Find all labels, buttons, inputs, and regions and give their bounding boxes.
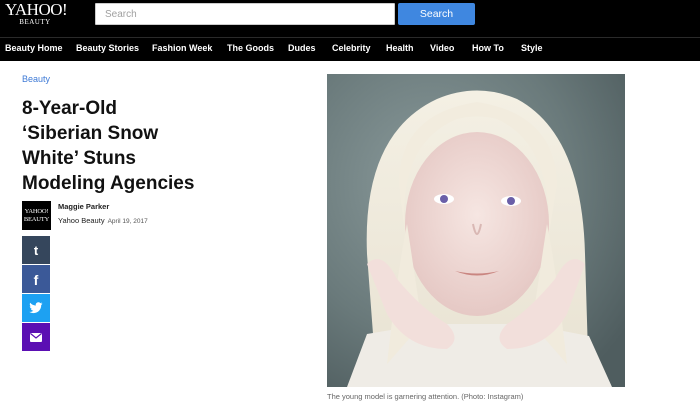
facebook-icon: f xyxy=(34,272,39,288)
girl-portrait-image xyxy=(327,74,625,387)
tumblr-glyph: t xyxy=(34,243,39,258)
logo-subtitle: BEAUTY xyxy=(19,18,51,26)
article-headline: 8-Year-Old ‘Siberian Snow White’ Stuns M… xyxy=(22,96,262,196)
publish-date: April 19, 2017 xyxy=(107,218,148,225)
yahoo-beauty-logo[interactable]: YAHOO! BEAUTY xyxy=(5,0,68,26)
search-button[interactable]: Search xyxy=(398,3,475,25)
author-source: Yahoo Beauty April 19, 2017 xyxy=(58,216,148,225)
nav-item-beauty-home[interactable]: Beauty Home xyxy=(5,43,63,53)
facebook-glyph: f xyxy=(34,272,39,288)
category-link[interactable]: Beauty xyxy=(22,74,50,84)
headline-line: Modeling Agencies xyxy=(22,173,195,194)
main-nav: Beauty Home Beauty Stories Fashion Week … xyxy=(0,37,700,61)
share-twitter-button[interactable] xyxy=(22,294,50,322)
nav-item-dudes[interactable]: Dudes xyxy=(288,43,316,53)
logo-wordmark: YAHOO! xyxy=(5,0,68,19)
nav-item-video[interactable]: Video xyxy=(430,43,454,53)
author-avatar[interactable]: YAHOO! BEAUTY xyxy=(22,201,51,230)
headline-line: 8-Year-Old xyxy=(22,98,118,119)
twitter-icon xyxy=(29,302,43,314)
nav-item-how-to[interactable]: How To xyxy=(472,43,504,53)
share-tumblr-button[interactable]: t xyxy=(22,236,50,264)
nav-item-the-goods[interactable]: The Goods xyxy=(227,43,274,53)
nav-item-fashion-week[interactable]: Fashion Week xyxy=(152,43,212,53)
nav-item-health[interactable]: Health xyxy=(386,43,414,53)
search-input[interactable] xyxy=(95,3,395,25)
article-photo[interactable] xyxy=(327,74,625,387)
nav-item-style[interactable]: Style xyxy=(521,43,543,53)
photo-caption: The young model is garnering attention. … xyxy=(327,392,524,401)
headline-line: ‘Siberian Snow xyxy=(22,123,159,144)
source-name: Yahoo Beauty xyxy=(58,216,105,225)
headline-line: White’ Stuns xyxy=(22,148,136,169)
share-email-button[interactable] xyxy=(22,323,50,351)
mail-icon xyxy=(30,333,42,342)
nav-item-celebrity[interactable]: Celebrity xyxy=(332,43,371,53)
author-name[interactable]: Maggie Parker xyxy=(58,202,109,211)
top-bar: YAHOO! BEAUTY Search xyxy=(0,0,700,37)
nav-item-beauty-stories[interactable]: Beauty Stories xyxy=(76,43,139,53)
share-facebook-button[interactable]: f xyxy=(22,265,50,293)
tumblr-icon: t xyxy=(34,243,39,258)
